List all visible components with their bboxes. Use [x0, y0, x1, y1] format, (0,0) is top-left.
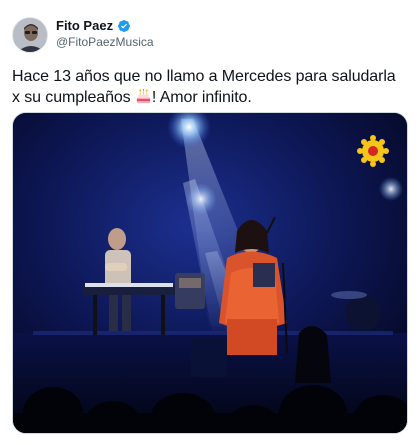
author-handle[interactable]: @FitoPaezMusica [56, 35, 154, 49]
concert-stage-image [13, 113, 407, 433]
tweet-card[interactable]: Fito Paez @FitoPaezMusica Hace 13 años q… [0, 0, 420, 445]
tweet-text-after-emoji: ! Amor infinito. [151, 89, 252, 106]
avatar-photo-icon [13, 18, 47, 52]
author-name-row: Fito Paez [56, 18, 131, 33]
birthday-cake-icon [136, 88, 151, 104]
tweet-media-video[interactable] [12, 112, 408, 434]
tweet-text-line-2: x su cumpleaños ! Amor infinito. [12, 87, 412, 108]
tweet-text-before-emoji: x su cumpleaños [12, 89, 135, 106]
verified-badge-icon [118, 19, 131, 32]
author-display-name[interactable]: Fito Paez [56, 18, 113, 33]
tweet-text: Hace 13 años que no llamo a Mercedes par… [12, 66, 412, 108]
author-avatar[interactable] [12, 17, 48, 53]
tweet-text-line-1: Hace 13 años que no llamo a Mercedes par… [12, 68, 396, 85]
